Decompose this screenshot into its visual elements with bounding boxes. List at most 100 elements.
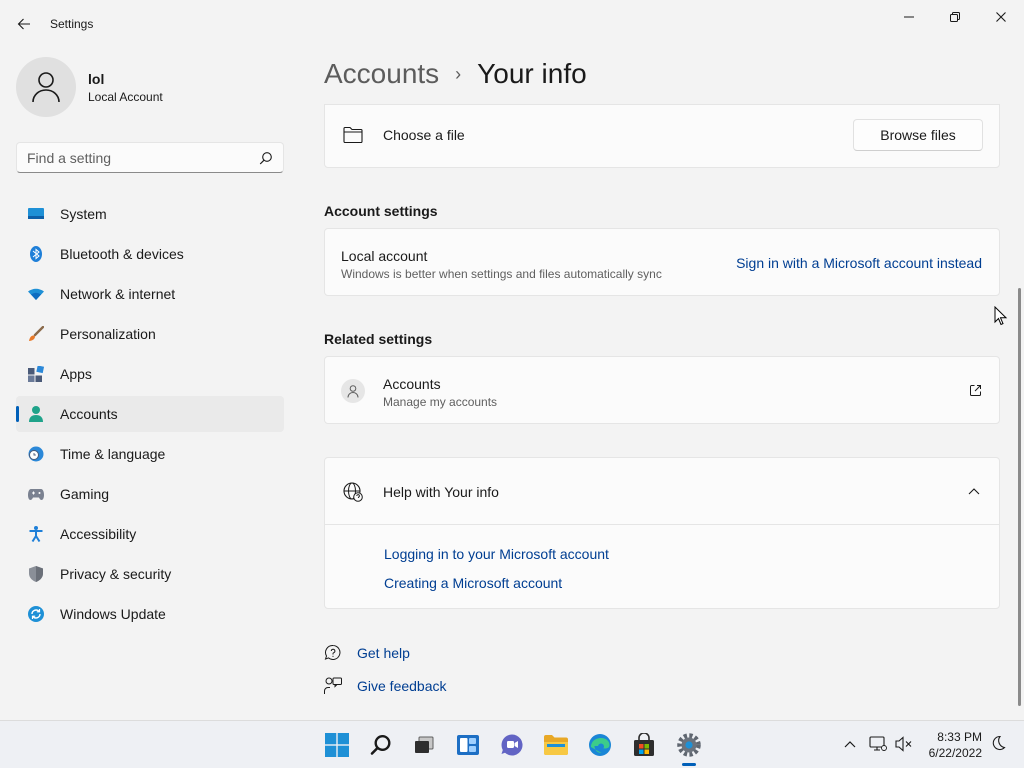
get-help-row[interactable]: Get help [324, 644, 410, 662]
edge-icon [589, 734, 611, 756]
search-icon[interactable] [259, 151, 273, 165]
sign-in-microsoft-link[interactable]: Sign in with a Microsoft account instead [736, 255, 982, 271]
accounts-related-title: Accounts [383, 376, 441, 392]
apps-icon [28, 366, 44, 382]
taskbar-search-button[interactable] [367, 731, 395, 759]
feedback-icon [324, 677, 342, 694]
task-view-icon [415, 736, 434, 753]
page-title: Your info [477, 58, 587, 89]
browse-files-button[interactable]: Browse files [853, 119, 983, 151]
system-icon [28, 206, 44, 222]
sidebar-item-network[interactable]: Network & internet [16, 276, 284, 312]
sidebar-item-accounts[interactable]: Accounts [16, 396, 284, 432]
search-input[interactable] [27, 149, 259, 166]
file-explorer-button[interactable] [542, 731, 570, 759]
brush-icon [28, 326, 44, 342]
user-name: lol [88, 70, 105, 87]
volume-muted-icon[interactable] [895, 736, 913, 752]
controller-icon [28, 486, 44, 502]
local-account-title: Local account [341, 248, 428, 264]
close-button[interactable] [978, 4, 1024, 30]
search-icon [370, 734, 391, 755]
breadcrumb-parent[interactable]: Accounts [324, 58, 439, 90]
restore-button[interactable] [932, 4, 978, 30]
settings-app-button[interactable] [675, 731, 703, 759]
sidebar-item-label: Personalization [60, 326, 156, 342]
focus-assist-moon-icon[interactable] [990, 735, 1006, 751]
network-icon[interactable] [869, 736, 887, 752]
breadcrumb: Accounts › Your info [324, 58, 587, 90]
bluetooth-icon [28, 246, 44, 262]
help-title: Help with Your info [383, 484, 499, 500]
chevron-up-icon[interactable] [968, 487, 980, 495]
sidebar-item-label: Privacy & security [60, 566, 172, 582]
local-account-card: Local account Windows is better when set… [324, 228, 1000, 296]
microsoft-store-button[interactable] [630, 731, 658, 759]
related-settings-heading: Related settings [324, 331, 433, 347]
sidebar-item-system[interactable]: System [16, 196, 284, 232]
mouse-cursor-icon [994, 306, 1008, 326]
chevron-up-icon[interactable] [844, 740, 856, 748]
wifi-icon [28, 286, 44, 302]
minimize-icon [904, 16, 914, 18]
taskbar: 8:33 PM 6/22/2022 [0, 720, 1024, 768]
windows-logo-icon [325, 733, 349, 757]
back-button[interactable] [10, 10, 38, 38]
sidebar-item-bluetooth[interactable]: Bluetooth & devices [16, 236, 284, 272]
app-title: Settings [50, 17, 94, 31]
sidebar-item-accessibility[interactable]: Accessibility [16, 516, 284, 552]
accounts-related-subtitle: Manage my accounts [383, 395, 498, 409]
sidebar-item-label: Windows Update [60, 606, 166, 622]
accounts-icon [28, 406, 44, 422]
close-icon [996, 12, 1006, 22]
sidebar-item-privacy[interactable]: Privacy & security [16, 556, 284, 592]
sidebar-item-label: Time & language [60, 446, 166, 462]
sidebar-item-label: Bluetooth & devices [60, 246, 184, 262]
search-box[interactable] [16, 142, 284, 173]
open-external-icon[interactable] [969, 384, 982, 397]
widgets-button[interactable] [454, 731, 482, 759]
arrow-left-icon [17, 18, 30, 30]
sidebar-item-windows-update[interactable]: Windows Update [16, 596, 284, 632]
help-link-creating-account[interactable]: Creating a Microsoft account [384, 575, 562, 591]
chevron-right-icon: › [455, 63, 462, 84]
help-card: Help with Your info Logging in to your M… [324, 457, 1000, 609]
shield-icon [28, 566, 44, 582]
update-icon [28, 606, 44, 622]
minimize-button[interactable] [886, 4, 932, 30]
person-icon [347, 384, 359, 398]
sidebar-item-gaming[interactable]: Gaming [16, 476, 284, 512]
sidebar-item-label: System [60, 206, 107, 222]
choose-file-card: Choose a file Browse files [324, 104, 1000, 168]
avatar [16, 57, 76, 117]
folder-icon [544, 735, 568, 755]
help-link-logging-in[interactable]: Logging in to your Microsoft account [384, 546, 609, 562]
account-settings-heading: Account settings [324, 203, 438, 219]
restore-icon [950, 12, 960, 22]
start-button[interactable] [323, 731, 351, 759]
system-clock[interactable]: 8:33 PM 6/22/2022 [918, 729, 982, 761]
accounts-related-card[interactable]: Accounts Manage my accounts [324, 356, 1000, 424]
chat-icon [501, 734, 523, 756]
widgets-icon [457, 735, 479, 755]
sidebar-item-label: Accessibility [60, 526, 137, 542]
sidebar-item-time-language[interactable]: Time & language [16, 436, 284, 472]
user-icon [32, 72, 60, 103]
scrollbar-thumb[interactable] [1018, 288, 1021, 706]
accessibility-icon [28, 526, 44, 542]
active-app-indicator [682, 763, 696, 766]
edge-button[interactable] [586, 731, 614, 759]
sidebar-item-apps[interactable]: Apps [16, 356, 284, 392]
give-feedback-row[interactable]: Give feedback [324, 677, 447, 695]
sidebar-item-personalization[interactable]: Personalization [16, 316, 284, 352]
store-icon [634, 733, 654, 756]
give-feedback-link[interactable]: Give feedback [357, 678, 447, 694]
clock-date: 6/22/2022 [928, 746, 982, 760]
help-header[interactable]: Help with Your info [325, 458, 999, 525]
account-type: Local Account [88, 89, 163, 104]
teams-chat-button[interactable] [498, 731, 526, 759]
task-view-button[interactable] [410, 731, 438, 759]
user-profile[interactable]: lol Local Account [16, 57, 163, 117]
title-bar: Settings [0, 0, 1024, 48]
get-help-link[interactable]: Get help [357, 645, 410, 661]
